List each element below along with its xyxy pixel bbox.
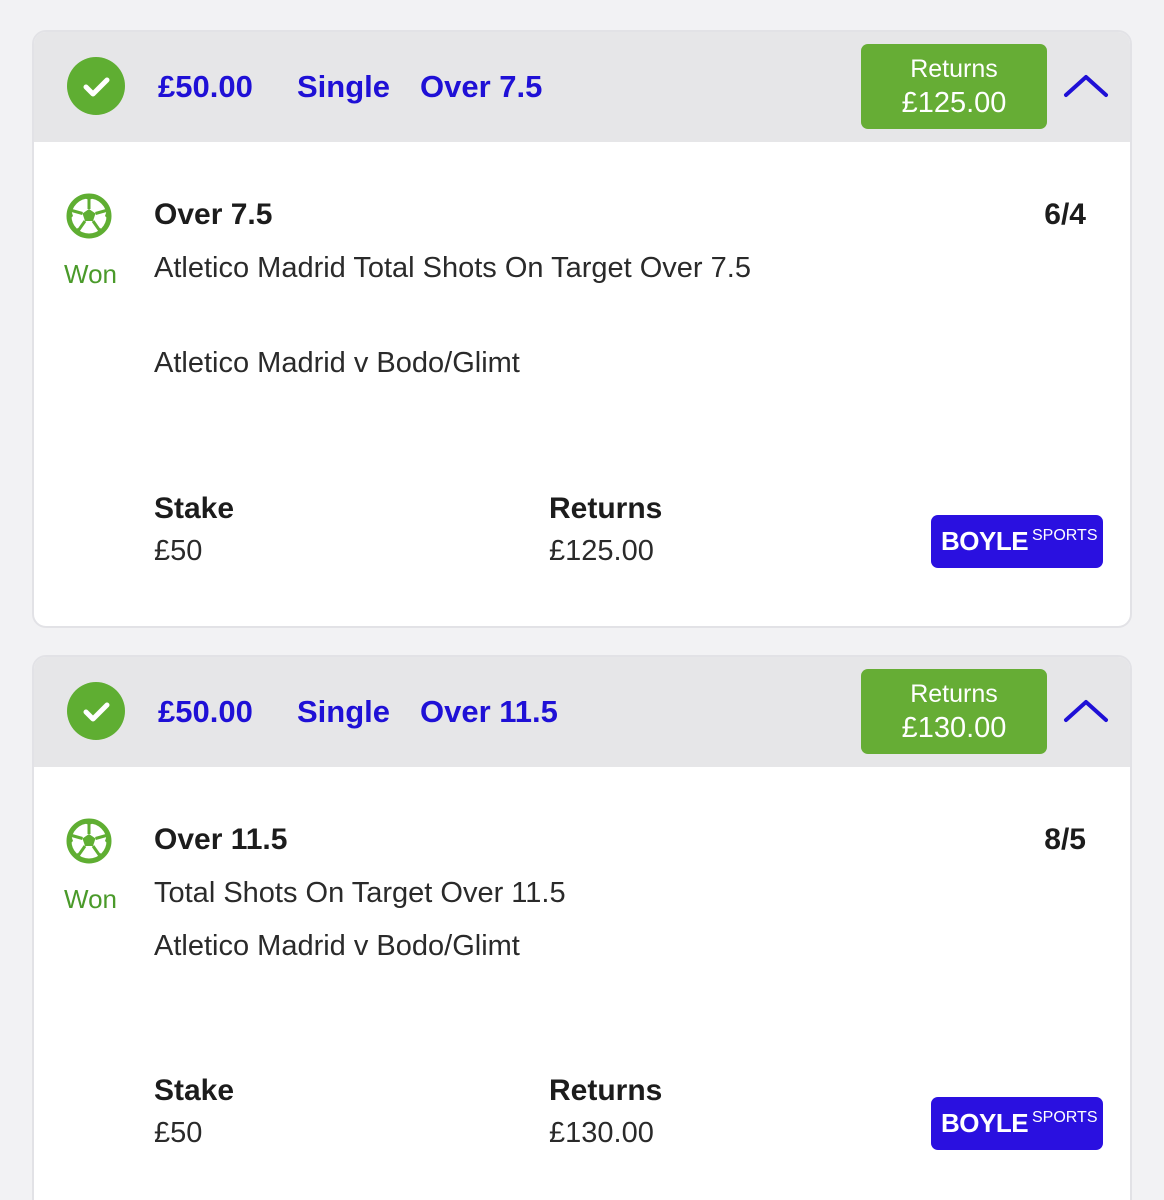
bet-type: Single (297, 69, 391, 104)
returns-badge[interactable]: Returns £130.00 (861, 669, 1047, 754)
boylesports-logo: BOYLE SPORTS (931, 515, 1103, 568)
result-status: Won (64, 259, 117, 289)
football-icon (64, 191, 114, 241)
bet-market: Over 7.5 (420, 69, 543, 104)
selection-odds: 6/4 (1044, 198, 1086, 231)
check-circle-icon (67, 57, 125, 115)
returns-label: Returns (549, 492, 663, 525)
returns-badge-value: £130.00 (901, 712, 1007, 744)
chevron-up-icon[interactable] (1062, 65, 1110, 105)
chevron-up-icon[interactable] (1062, 690, 1110, 730)
bet-card: £50.00 Single Over 7.5 Returns £125.00 W… (32, 30, 1132, 628)
result-status: Won (64, 884, 117, 914)
stake-label: Stake (154, 1074, 235, 1107)
football-icon (64, 816, 114, 866)
bet-stake-amount: £50.00 (158, 69, 253, 104)
boylesports-logo: BOYLE SPORTS (931, 1097, 1103, 1150)
returns-badge-label: Returns (910, 680, 998, 708)
returns-badge-value: £125.00 (901, 87, 1007, 119)
bet-card: £50.00 Single Over 11.5 Returns £130.00 (32, 655, 1132, 1200)
bet-market: Over 11.5 (420, 694, 558, 729)
selection-description: Total Shots On Target Over 11.5 (154, 877, 566, 909)
stake-value: £50 (154, 1117, 203, 1149)
returns-value: £125.00 (549, 535, 654, 567)
check-circle-icon (67, 682, 125, 740)
selection-title: Over 7.5 (154, 198, 273, 231)
bet-stake-amount: £50.00 (158, 694, 253, 729)
returns-label: Returns (549, 1074, 663, 1107)
event-name: Atletico Madrid v Bodo/Glimt (154, 930, 520, 962)
bet-type: Single (297, 694, 391, 729)
stake-value: £50 (154, 535, 203, 567)
returns-value: £130.00 (549, 1117, 654, 1149)
bet-card-header[interactable]: £50.00 Single Over 7.5 Returns £125.00 (34, 32, 1130, 142)
selection-odds: 8/5 (1044, 823, 1086, 856)
returns-badge-label: Returns (910, 55, 998, 83)
returns-badge[interactable]: Returns £125.00 (861, 44, 1047, 129)
bet-card-header[interactable]: £50.00 Single Over 11.5 Returns £130.00 (34, 657, 1130, 767)
selection-title: Over 11.5 (154, 823, 288, 856)
event-name: Atletico Madrid v Bodo/Glimt (154, 347, 520, 379)
selection-description: Atletico Madrid Total Shots On Target Ov… (154, 252, 751, 284)
stake-label: Stake (154, 492, 235, 525)
